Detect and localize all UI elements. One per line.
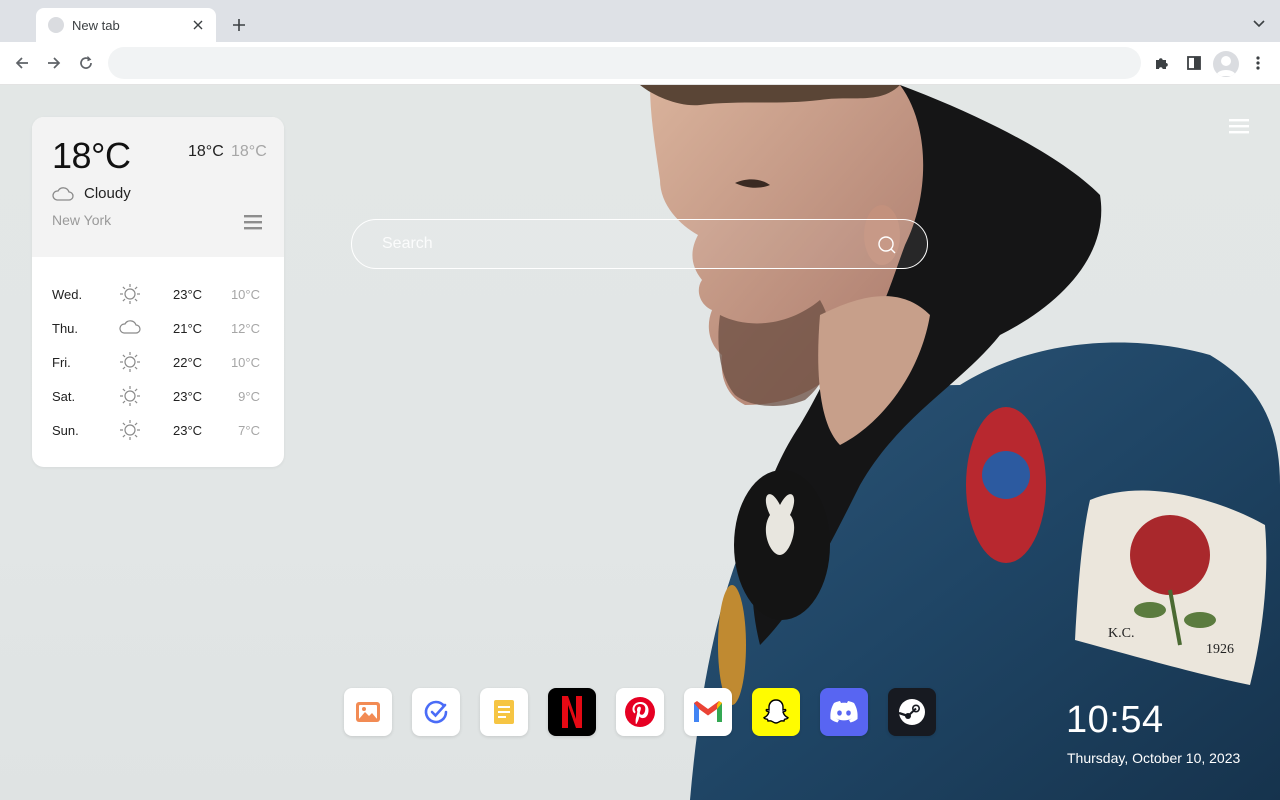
forecast-day: Wed. [52,287,83,302]
extensions-puzzle-icon [1156,58,1168,69]
note-icon [494,700,514,724]
search-icon[interactable] [876,234,898,256]
forecast-low: 12°C [230,321,260,336]
new-tab-button[interactable] [228,14,250,36]
pinterest-icon [625,697,655,727]
forecast-high: 23°C [173,389,203,404]
forecast-row: Sun. 23°C 7°C [32,413,284,447]
snapchat-icon [763,699,789,724]
forecast-low: 10°C [230,287,260,302]
weather-menu-icon[interactable] [243,213,263,231]
app-photos[interactable] [344,688,392,736]
today-high: 18°C [188,143,224,160]
forecast-list: Wed. 23°C 10°C Thu. 21°C 12°C Fri. 22°C … [32,277,284,447]
cloud-icon [119,320,141,334]
back-arrow-icon [15,57,28,69]
browser-toolbar [0,42,1280,85]
forecast-row: Thu. 21°C 12°C [32,311,284,345]
forecast-row: Sat. 23°C 9°C [32,379,284,413]
forecast-day: Sat. [52,389,76,404]
forecast-row: Fri. 22°C 10°C [32,345,284,379]
app-dock [344,688,944,736]
forward-arrow-icon [48,57,61,69]
reload-button[interactable] [74,51,98,75]
clock-date: Thursday, October 10, 2023 [1067,750,1241,766]
tab-favicon-icon [48,17,64,33]
app-notes[interactable] [480,688,528,736]
reload-icon [80,56,92,69]
forecast-low: 7°C [238,423,260,438]
app-gmail[interactable] [684,688,732,736]
app-netflix[interactable] [548,688,596,736]
address-bar[interactable] [108,47,1141,79]
side-panel-icon [1187,56,1201,70]
app-steam[interactable] [888,688,936,736]
tab-search-button[interactable] [1250,15,1268,33]
app-pinterest[interactable] [616,688,664,736]
app-snapchat[interactable] [752,688,800,736]
forecast-row: Wed. 23°C 10°C [32,277,284,311]
search-bar[interactable] [351,219,928,269]
current-temperature: 18°C [52,135,131,176]
sun-icon [120,284,140,304]
current-condition: Cloudy [52,185,131,202]
forecast-day: Sun. [52,423,79,438]
sun-icon [120,352,140,372]
discord-icon [830,701,858,723]
forecast-high: 23°C [173,423,203,438]
menu-icon[interactable] [1228,117,1250,135]
forecast-high: 23°C [173,287,203,302]
weather-current: 18°C 18°C 18°C Cloudy New York [32,117,284,257]
weather-widget[interactable]: 18°C 18°C 18°C Cloudy New York Wed. 23°C… [32,117,284,467]
app-discord[interactable] [820,688,868,736]
gmail-icon [694,701,722,722]
tab-title: New tab [72,17,120,33]
image-icon [356,702,380,722]
more-vertical-icon [1256,56,1260,70]
extensions-button[interactable] [1150,51,1174,75]
chevron-down-icon [1253,20,1265,28]
netflix-icon [562,696,582,728]
forward-button[interactable] [42,51,66,75]
steam-icon [898,699,925,725]
city-name: New York [52,212,112,228]
clock-time: 10:54 [1066,699,1164,741]
app-tasks[interactable] [412,688,460,736]
forecast-low: 10°C [230,355,260,370]
sun-icon [120,420,140,440]
svg-text:1926: 1926 [1206,642,1234,657]
cloud-icon [52,186,74,201]
plus-icon [233,19,245,31]
armband-text: K.C. [1108,626,1134,641]
new-tab-page: K.C. 1926 18°C 18°C 18°C Cloudy New York… [0,85,1280,800]
forecast-high: 22°C [173,355,203,370]
close-icon[interactable] [190,17,206,33]
today-low: 18°C [231,143,267,160]
back-button[interactable] [10,51,34,75]
forecast-day: Thu. [52,321,79,336]
check-circle-icon [424,700,448,724]
browser-menu-button[interactable] [1246,51,1270,75]
search-input[interactable] [382,220,862,267]
forecast-high: 21°C [173,321,203,336]
profile-avatar-icon[interactable] [1213,51,1239,77]
forecast-low: 9°C [238,389,260,404]
tab-strip: New tab [0,0,1280,42]
condition-text: Cloudy [84,185,131,202]
sun-icon [120,386,140,406]
side-panel-button[interactable] [1182,51,1206,75]
tab-new-tab[interactable]: New tab [36,8,216,42]
forecast-day: Fri. [52,355,71,370]
